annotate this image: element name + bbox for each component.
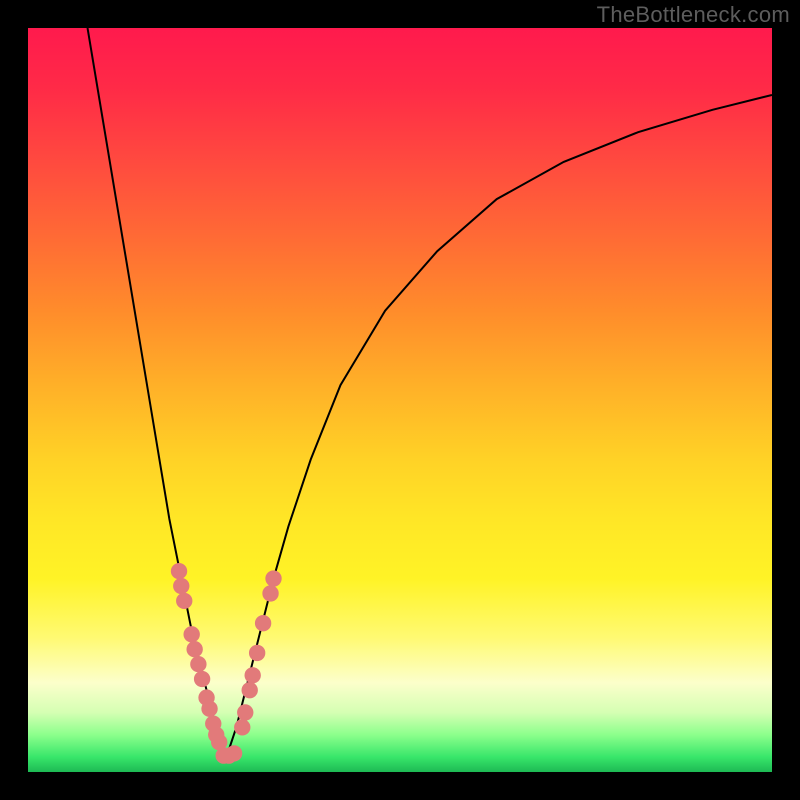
- curve-right: [225, 95, 772, 757]
- marker-point: [262, 585, 278, 601]
- marker-point: [242, 682, 258, 698]
- marker-point: [237, 704, 253, 720]
- marker-point: [201, 701, 217, 717]
- marker-point: [194, 671, 210, 687]
- plot-area: [28, 28, 772, 772]
- marker-point: [234, 719, 250, 735]
- marker-point: [255, 615, 271, 631]
- marker-point: [226, 745, 242, 761]
- marker-point: [186, 641, 202, 657]
- watermark-text: TheBottleneck.com: [597, 2, 790, 28]
- marker-point: [171, 563, 187, 579]
- marker-point: [184, 626, 200, 642]
- chart-svg: [28, 28, 772, 772]
- marker-point: [245, 667, 261, 683]
- marker-point: [176, 593, 192, 609]
- curve-left: [88, 28, 226, 757]
- marker-point: [265, 570, 281, 586]
- marker-point: [249, 645, 265, 661]
- marker-point: [173, 578, 189, 594]
- marker-point: [190, 656, 206, 672]
- chart-frame: TheBottleneck.com: [0, 0, 800, 800]
- chart-markers: [171, 563, 282, 764]
